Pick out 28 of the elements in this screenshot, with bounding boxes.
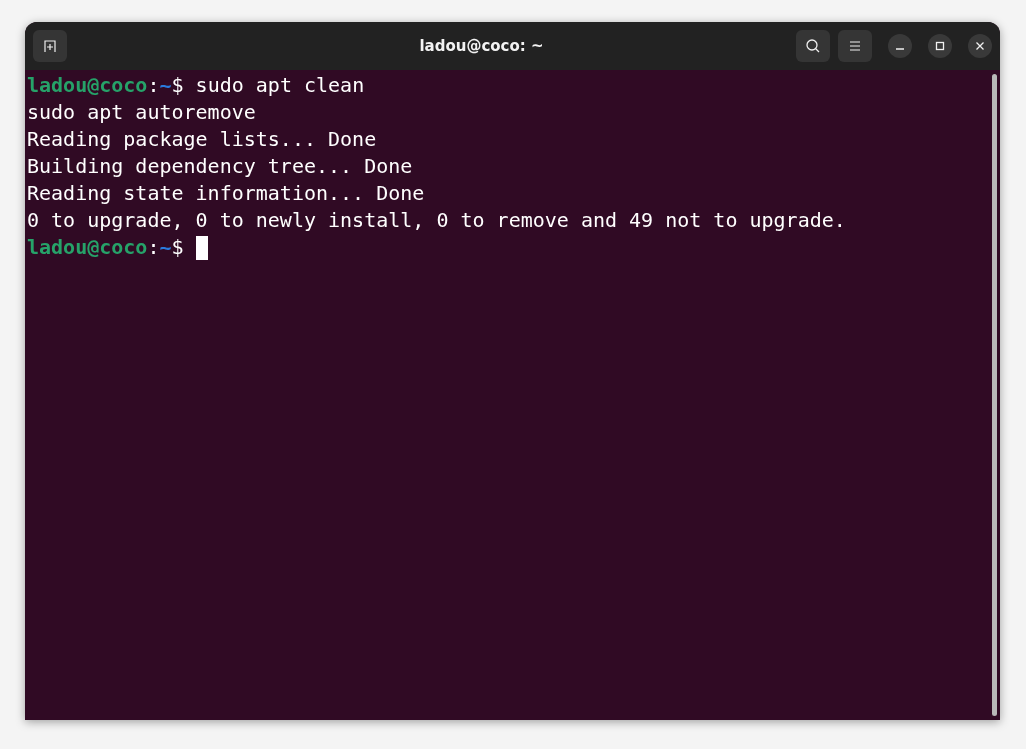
minimize-button[interactable]: [888, 34, 912, 58]
output-line: sudo apt autoremove: [27, 99, 256, 126]
prompt-separator: :: [147, 234, 160, 261]
prompt-symbol: $: [171, 234, 184, 261]
new-tab-icon: [42, 38, 58, 54]
output-line: Reading package lists... Done: [27, 126, 377, 153]
prompt-user-host: ladou@coco: [27, 72, 148, 99]
prompt-symbol: $: [171, 72, 184, 99]
window-title: ladou@coco: ~: [418, 37, 545, 55]
minimize-icon: [896, 48, 904, 50]
search-button[interactable]: [796, 30, 830, 62]
maximize-icon: [935, 41, 945, 51]
scrollbar-thumb[interactable]: [991, 74, 997, 716]
close-button[interactable]: [968, 34, 992, 58]
prompt-separator: :: [147, 72, 160, 99]
maximize-button[interactable]: [928, 34, 952, 58]
prompt-path: ~: [159, 72, 172, 99]
close-icon: [975, 41, 985, 51]
output-line: Building dependency tree... Done: [27, 153, 413, 180]
new-tab-button[interactable]: [33, 30, 67, 62]
menu-icon: [848, 40, 862, 52]
command-text: sudo apt clean: [194, 72, 365, 99]
menu-button[interactable]: [838, 30, 872, 62]
prompt-path: ~: [159, 234, 172, 261]
output-line: Reading state information... Done: [27, 180, 425, 207]
output-line: 0 to upgrade, 0 to newly install, 0 to remove and 49 not to upgrade.: [27, 207, 846, 234]
prompt-user-host: ladou@coco: [27, 234, 148, 261]
search-icon: [805, 38, 821, 54]
